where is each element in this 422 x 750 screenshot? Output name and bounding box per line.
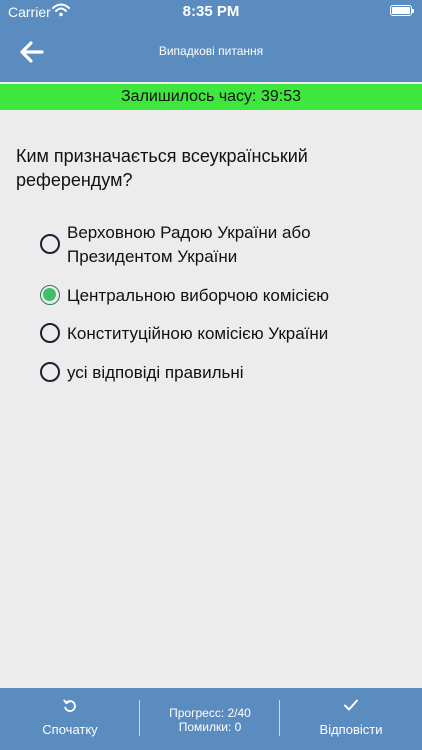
radio-selected-icon[interactable] (40, 285, 60, 305)
bottom-toolbar: Спочатку Прогресс: 2/40 Помилки: 0 Відпо… (0, 688, 422, 750)
answer-label: Верховною Радою України або Президентом … (67, 223, 311, 266)
radio-icon[interactable] (40, 362, 60, 382)
answer-label: Центральною виборчою комісією (67, 286, 330, 305)
page-title: Випадкові питання (158, 44, 264, 58)
radio-icon[interactable] (40, 323, 60, 343)
battery-icon (390, 5, 414, 16)
checkmark-icon (344, 699, 358, 711)
divider (139, 700, 140, 736)
answer-option-4[interactable]: усі відповіді правильні (40, 361, 400, 391)
status-bar: Carrier 8:35 PM (0, 0, 422, 24)
navigation-header: Carrier 8:35 PM Випадкові питання (0, 0, 422, 82)
timer-bar: Залишилось часу: 39:53 (0, 84, 422, 110)
status-time: 8:35 PM (182, 3, 240, 20)
answer-option-1[interactable]: Верховною Радою України або Президентом … (40, 221, 400, 270)
answer-label: Конституційною комісією України (67, 324, 329, 343)
restart-label: Спочатку (42, 722, 98, 737)
restart-button[interactable]: Спочатку (0, 688, 140, 750)
errors-text: Помилки: 0 (178, 720, 242, 734)
radio-icon[interactable] (40, 234, 60, 254)
progress-info: Прогресс: 2/40 Помилки: 0 (145, 706, 275, 734)
answer-label: Відповісти (319, 722, 383, 737)
answer-option-3[interactable]: Конституційною комісією України (40, 322, 400, 361)
rotate-ccw-icon (63, 699, 76, 712)
answer-options: Верховною Радою України або Президентом … (40, 221, 400, 391)
answer-label: усі відповіді правильні (67, 363, 244, 382)
question-text: Ким призначається всеукраїнський референ… (16, 146, 308, 190)
progress-text: Прогресс: 2/40 (169, 706, 251, 720)
answer-option-2[interactable]: Центральною виборчою комісією (40, 284, 400, 322)
answer-button[interactable]: Відповісти (280, 688, 422, 750)
